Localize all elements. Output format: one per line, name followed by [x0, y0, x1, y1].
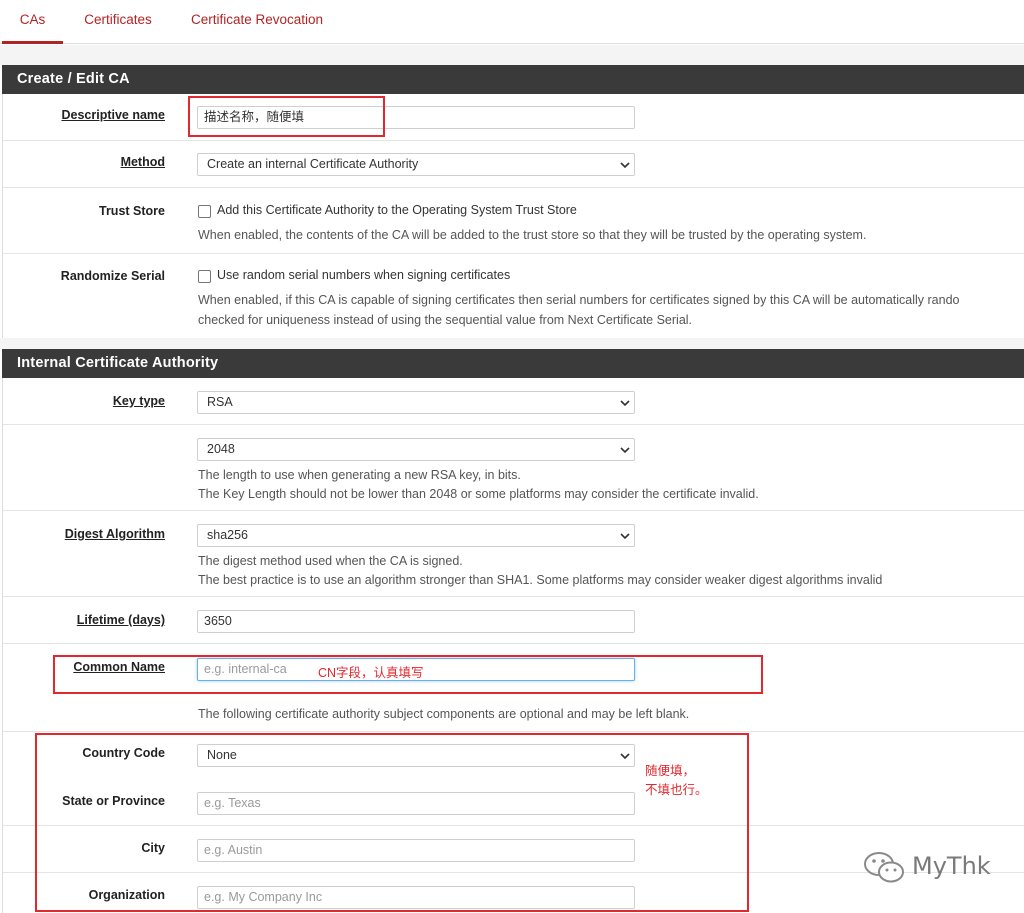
digest-algorithm-label: Digest Algorithm: [64, 527, 165, 541]
optional-components-note: The following certificate authority subj…: [198, 707, 690, 721]
row-randomize-serial: Randomize Serial Use random serial numbe…: [3, 254, 1024, 338]
row-trust-store: Trust Store Add this Certificate Authori…: [3, 188, 1024, 254]
annotation-cn-note: CN字段，认真填写: [318, 666, 424, 680]
row-digest-algorithm: Digest Algorithm sha256 The digest metho…: [3, 511, 1024, 597]
method-value: Create an internal Certificate Authority: [207, 157, 419, 171]
digest-help-line2: The best practice is to use an algorithm…: [198, 573, 883, 587]
key-length-select[interactable]: 2048: [197, 438, 635, 461]
digest-algorithm-select[interactable]: sha256: [197, 524, 635, 547]
annotation-box-descriptive-name: [188, 96, 385, 137]
chevron-down-icon: [620, 447, 630, 454]
key-type-label: Key type: [112, 394, 165, 408]
chevron-down-icon: [620, 162, 630, 169]
tab-certificate-revocation[interactable]: Certificate Revocation: [178, 0, 336, 44]
randomize-serial-checkbox[interactable]: [198, 270, 211, 283]
key-length-help-line1: The length to use when generating a new …: [198, 468, 521, 482]
tab-cas[interactable]: CAs: [2, 0, 63, 44]
randomize-serial-label: Randomize Serial: [60, 269, 165, 283]
digest-algorithm-value: sha256: [207, 528, 249, 542]
randomize-serial-help-line2: checked for uniqueness instead of using …: [198, 313, 693, 327]
key-length-help-line2: The Key Length should not be lower than …: [198, 487, 759, 501]
row-optional-note: The following certificate authority subj…: [3, 692, 1024, 732]
method-select[interactable]: Create an internal Certificate Authority: [197, 153, 635, 176]
annotation-optional-note-line2: 不填也行。: [645, 783, 708, 797]
row-key-length: 2048 The length to use when generating a…: [3, 425, 1024, 511]
panel-header-internal-ca: Internal Certificate Authority: [2, 349, 1024, 378]
randomize-serial-help-line1: When enabled, if this CA is capable of s…: [198, 293, 960, 307]
tab-certificates[interactable]: Certificates: [72, 0, 164, 44]
annotation-box-optional-fields: [35, 733, 749, 912]
randomize-serial-checkbox-label[interactable]: Use random serial numbers when signing c…: [217, 268, 510, 282]
trust-store-checkbox[interactable]: [198, 205, 211, 218]
panel-header-create-edit-ca: Create / Edit CA: [2, 65, 1024, 94]
row-descriptive-name: Descriptive name 描述名称，随便填: [3, 94, 1024, 141]
chevron-down-icon: [620, 533, 630, 540]
method-label: Method: [120, 155, 165, 169]
key-length-value: 2048: [207, 442, 235, 456]
watermark: MyThk: [862, 848, 1002, 888]
descriptive-name-label: Descriptive name: [61, 108, 165, 122]
chevron-down-icon: [620, 400, 630, 407]
trust-store-label: Trust Store: [99, 204, 165, 218]
key-type-value: RSA: [207, 395, 233, 409]
annotation-optional-note-line1: 随便填，: [645, 764, 696, 778]
trust-store-help: When enabled, the contents of the CA wil…: [198, 228, 867, 242]
key-type-select[interactable]: RSA: [197, 391, 635, 414]
panel-gap: [0, 338, 1024, 349]
page-gap: [0, 45, 1024, 65]
row-method: Method Create an internal Certificate Au…: [3, 141, 1024, 188]
row-key-type: Key type RSA: [3, 378, 1024, 425]
tab-bar: CAs Certificates Certificate Revocation: [0, 0, 1024, 44]
row-lifetime: Lifetime (days) 3650: [3, 597, 1024, 644]
digest-help-line1: The digest method used when the CA is si…: [198, 554, 463, 568]
wechat-icon: [864, 852, 904, 883]
watermark-text: MyThk: [912, 852, 991, 880]
lifetime-label: Lifetime (days): [76, 613, 165, 627]
trust-store-checkbox-label[interactable]: Add this Certificate Authority to the Op…: [217, 203, 577, 217]
lifetime-input[interactable]: 3650: [197, 610, 635, 633]
